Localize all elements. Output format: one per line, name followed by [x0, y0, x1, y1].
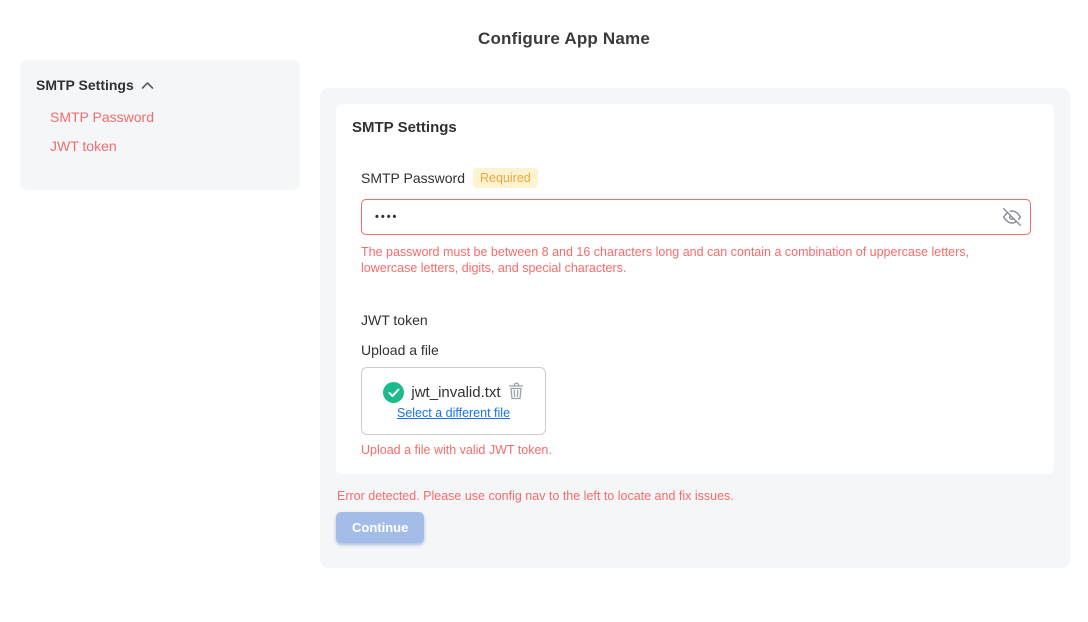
jwt-token-error: Upload a file with valid JWT token.	[361, 442, 1038, 458]
smtp-settings-card: SMTP Settings SMTP Password Required	[336, 104, 1054, 474]
sidebar-item-smtp-password[interactable]: SMTP Password	[50, 109, 154, 125]
required-badge: Required	[473, 168, 538, 188]
sidebar-item-jwt-token[interactable]: JWT token	[50, 138, 117, 154]
smtp-password-label-row: SMTP Password Required	[361, 168, 1038, 188]
smtp-password-input[interactable]	[361, 199, 1031, 235]
card-heading: SMTP Settings	[352, 119, 1038, 136]
upload-file-label: Upload a file	[361, 342, 1038, 358]
smtp-settings-panel: SMTP Settings SMTP Password Required	[320, 88, 1070, 568]
check-circle-icon	[383, 382, 404, 403]
form-error-summary: Error detected. Please use config nav to…	[337, 488, 1054, 504]
toggle-password-visibility-button[interactable]	[1002, 208, 1022, 228]
sidebar-section-label: SMTP Settings	[36, 77, 134, 93]
smtp-password-error: The password must be between 8 and 16 ch…	[361, 244, 1023, 276]
select-different-file-link[interactable]: Select a different file	[397, 406, 510, 420]
chevron-up-icon	[141, 77, 154, 93]
page-title: Configure App Name	[0, 29, 1088, 49]
uploaded-file-name: jwt_invalid.txt	[411, 384, 500, 401]
uploaded-file-row: jwt_invalid.txt	[383, 382, 523, 403]
smtp-password-label: SMTP Password	[361, 170, 465, 186]
sidebar-links: SMTP Password JWT token	[36, 109, 284, 154]
trash-icon	[508, 382, 524, 403]
continue-button[interactable]: Continue	[336, 512, 424, 543]
sidebar-section-smtp-settings[interactable]: SMTP Settings	[36, 77, 284, 93]
delete-file-button[interactable]	[508, 382, 524, 403]
config-nav-sidebar: SMTP Settings SMTP Password JWT token	[20, 60, 300, 190]
smtp-password-input-wrap	[361, 199, 1031, 235]
file-upload-box: jwt_invalid.txt Sele	[361, 367, 546, 435]
eye-off-icon	[1003, 208, 1021, 229]
jwt-token-label: JWT token	[361, 312, 1038, 328]
